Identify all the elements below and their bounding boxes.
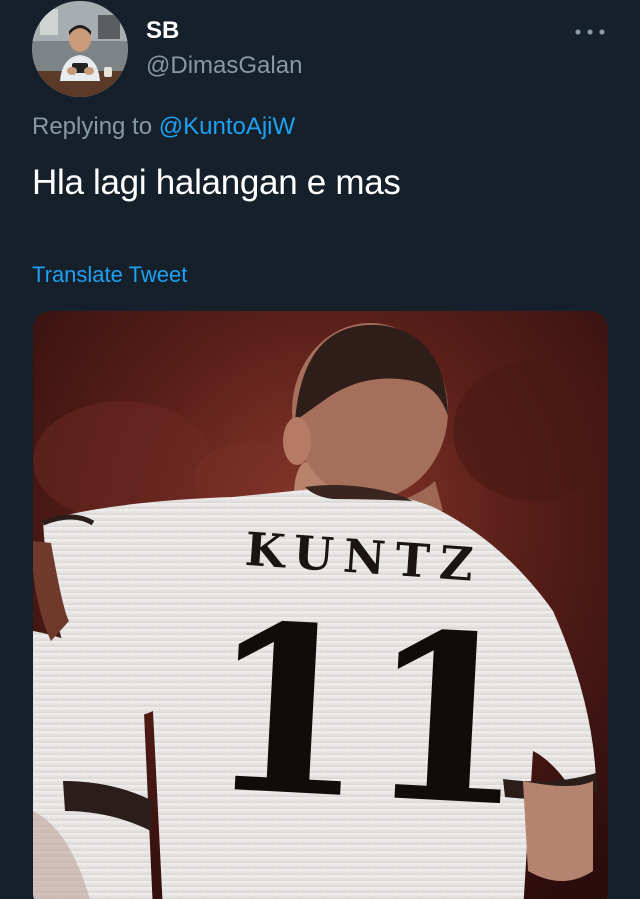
author-handle[interactable]: @DimasGalan [146, 52, 302, 80]
reply-mention-link[interactable]: @KuntoAjiW [159, 113, 295, 140]
more-horizontal-icon[interactable] [573, 22, 607, 42]
tweet-media-image[interactable]: KUNTZ 11 [33, 311, 608, 899]
author-display-name[interactable]: SB [146, 17, 179, 45]
jersey-number-text: 11 [200, 573, 534, 859]
replying-to-label: Replying to [32, 113, 159, 140]
translate-tweet-link[interactable]: Translate Tweet [32, 262, 187, 288]
replying-to-line: Replying to @KuntoAjiW [32, 113, 295, 141]
tweet-text: Hla lagi halangan e mas [32, 163, 401, 202]
profile-photo [32, 1, 128, 97]
author-avatar[interactable] [32, 1, 128, 97]
tweet-card: SB @DimasGalan Replying to @KuntoAjiW Hl… [0, 0, 640, 899]
media-photo: KUNTZ 11 [33, 311, 608, 899]
